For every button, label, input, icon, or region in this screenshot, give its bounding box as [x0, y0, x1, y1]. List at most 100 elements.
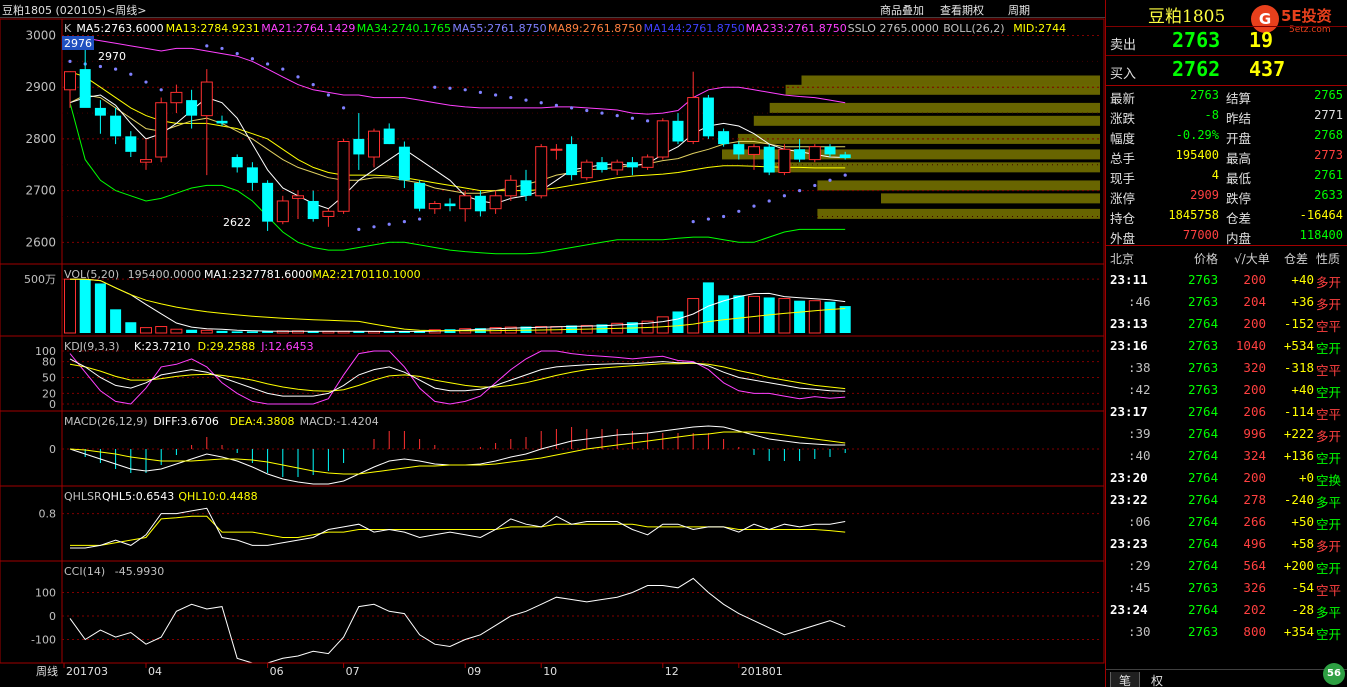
stat-label: 持仓	[1110, 211, 1136, 226]
volume-bar	[231, 331, 243, 333]
tick-row[interactable]: :30 2763 800 +354 空开	[1106, 620, 1347, 642]
stat-row: 总手 195400 最高 2773	[1106, 146, 1347, 166]
tick-row[interactable]: 23:11 2763 200 +40 多开	[1106, 268, 1347, 290]
tick-type: 空开	[1316, 517, 1342, 532]
cci-tick-label: 0	[49, 610, 56, 623]
tick-price: 2763	[1188, 382, 1219, 397]
volume-bar	[140, 327, 152, 334]
macd-legend-item: DIFF:3.6706	[153, 415, 219, 428]
sar-dot	[630, 116, 635, 120]
tick-row[interactable]: :42 2763 200 +40 空开	[1106, 378, 1347, 400]
tick-time: :40	[1128, 448, 1151, 463]
candle-body	[428, 203, 441, 210]
tick-row[interactable]: 23:24 2764 202 -28 多平	[1106, 598, 1347, 620]
volume-bar	[110, 309, 122, 333]
tick-row[interactable]: :45 2763 326 -54 空平	[1106, 576, 1347, 598]
sar-dot	[585, 108, 589, 113]
volume-bar	[262, 331, 274, 333]
qhlsr-tick-label: 0.8	[39, 508, 57, 521]
sar-dot	[539, 101, 543, 105]
volume-bar	[839, 306, 851, 333]
tab-rights[interactable]: 权	[1142, 672, 1172, 687]
sar-dot	[281, 67, 285, 71]
tick-oi: -114	[1283, 404, 1314, 419]
k-legend-item: MID:2744	[1013, 22, 1066, 35]
tick-row[interactable]: 23:16 2763 1040 +534 空开	[1106, 334, 1347, 356]
k-legend-item: SSLO 2765.0000	[848, 22, 939, 35]
tick-price: 2763	[1188, 580, 1219, 595]
volume-bar	[672, 311, 684, 333]
tick-price: 2764	[1188, 536, 1219, 551]
high-price-box-label: 2976	[64, 37, 92, 50]
sar-dot	[205, 44, 209, 48]
candle-body	[748, 146, 760, 155]
tick-type: 空开	[1316, 561, 1342, 576]
tick-type: 多开	[1316, 297, 1342, 312]
stat-label: 内盘	[1226, 231, 1252, 246]
tick-row[interactable]: :38 2763 320 -318 空平	[1106, 356, 1347, 378]
tick-row[interactable]: :40 2764 324 +136 空开	[1106, 444, 1347, 466]
sar-dot	[798, 189, 802, 193]
macd-legend-item: MACD(26,12,9)	[64, 415, 148, 428]
tick-row[interactable]: :46 2763 204 +36 多开	[1106, 290, 1347, 312]
candle-body	[718, 131, 730, 145]
tick-row[interactable]: :06 2764 266 +50 空开	[1106, 510, 1347, 532]
tick-time: :06	[1128, 514, 1151, 529]
tick-time: 23:20	[1110, 470, 1148, 485]
stat-value: 2771	[1314, 108, 1343, 122]
sar-dot	[433, 85, 437, 89]
candle-body	[733, 144, 745, 155]
sar-dot	[357, 227, 361, 231]
candle-body	[186, 100, 198, 116]
volume-bar	[808, 300, 821, 334]
tick-row[interactable]: :29 2764 564 +200 空开	[1106, 554, 1347, 576]
sar-dot	[752, 204, 756, 208]
col-time: 北京	[1110, 252, 1135, 266]
tab-trades[interactable]: 笔	[1110, 672, 1140, 687]
tick-row[interactable]: 23:23 2764 496 +58 多开	[1106, 532, 1347, 554]
notification-badge[interactable]: 56	[1323, 663, 1345, 685]
k-legend-item: MA34:2740.1765	[357, 22, 451, 35]
tick-volume: 326	[1243, 580, 1266, 595]
boll-mid-line	[69, 71, 846, 192]
tick-price: 2764	[1188, 514, 1219, 529]
tick-row[interactable]: 23:20 2764 200 +0 空换	[1106, 466, 1347, 488]
stat-value: 195400	[1175, 148, 1219, 162]
volume-bar	[794, 300, 806, 333]
candle-body	[702, 97, 714, 137]
tick-row[interactable]: 23:17 2764 206 -114 空平	[1106, 400, 1347, 422]
stat-row: 外盘 77000 内盘 118400	[1106, 226, 1347, 246]
tick-row[interactable]: 23:13 2764 200 -152 空平	[1106, 312, 1347, 334]
kline-chart[interactable]: 3000 2900 2800 2700 2600 2976 2970 2622 K MA5:276…	[0, 0, 1105, 687]
tick-oi: -240	[1283, 492, 1314, 507]
tick-type: 空平	[1316, 319, 1342, 334]
x-tick-label: 201801	[741, 665, 783, 678]
tick-time: 23:17	[1110, 404, 1148, 419]
sar-dot	[782, 194, 787, 198]
volume-bar	[216, 330, 228, 333]
candle-body	[398, 146, 410, 181]
candle-body	[459, 195, 472, 210]
sar-dot	[326, 93, 330, 97]
tick-row[interactable]: 23:22 2764 278 -240 多平	[1106, 488, 1347, 510]
sar-dot	[402, 220, 406, 224]
stat-row: 现手 4 最低 2761	[1106, 166, 1347, 186]
tick-row[interactable]: :39 2764 996 +222 多开	[1106, 422, 1347, 444]
high-price-label: 2970	[98, 50, 126, 63]
x-tick-label: 201703	[66, 665, 108, 678]
tick-volume: 266	[1243, 514, 1266, 529]
candle-body	[596, 162, 608, 170]
candle-body	[520, 180, 532, 196]
tick-time: :38	[1128, 360, 1151, 375]
candle-body	[155, 102, 168, 158]
candle-body	[140, 159, 152, 163]
tick-oi: -318	[1283, 360, 1314, 375]
tick-volume: 564	[1243, 558, 1266, 573]
ask-row: 卖出 2763 19	[1106, 26, 1347, 56]
candle-body	[824, 146, 836, 155]
stat-value: 2763	[1190, 88, 1219, 102]
tick-volume: 200	[1243, 272, 1266, 287]
stat-row: 涨停 2909 跌停 2633	[1106, 186, 1347, 206]
quote-stats: 最新 2763 结算 2765 涨跌 -8 昨结 2771 幅度 -0.29% 开盘 2768 总手 19…	[1106, 86, 1347, 246]
sar-dot	[524, 98, 528, 102]
